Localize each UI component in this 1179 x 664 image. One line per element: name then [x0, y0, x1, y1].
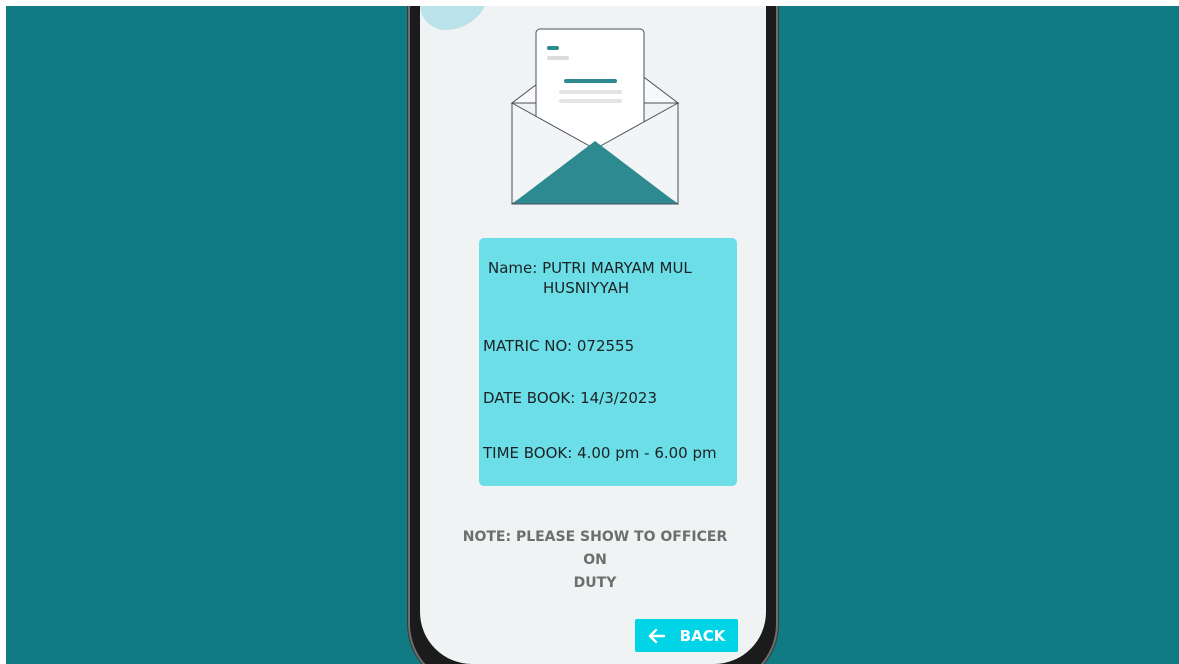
booking-name-line2: HUSNIYYAH — [543, 279, 630, 297]
booking-date: DATE BOOK: 14/3/2023 — [483, 389, 658, 407]
corner-decoration — [420, 6, 490, 30]
phone-screen: Name: PUTRI MARYAM MUL HUSNIYYAH MATRIC … — [420, 6, 766, 664]
back-button-label: BACK — [679, 626, 726, 645]
phone-frame: Name: PUTRI MARYAM MUL HUSNIYYAH MATRIC … — [408, 6, 778, 664]
app-background: Name: PUTRI MARYAM MUL HUSNIYYAH MATRIC … — [6, 6, 1179, 664]
back-button[interactable]: BACK — [635, 619, 738, 652]
booking-time: TIME BOOK: 4.00 pm - 6.00 pm — [483, 444, 717, 462]
matric-number: MATRIC NO: 072555 — [483, 337, 635, 355]
booking-name-line1: Name: PUTRI MARYAM MUL — [488, 259, 692, 277]
officer-note-line2: DUTY — [573, 575, 617, 591]
officer-note: NOTE: PLEASE SHOW TO OFFICER ON DUTY — [450, 526, 740, 595]
booking-name: Name: PUTRI MARYAM MUL HUSNIYYAH — [488, 258, 728, 298]
open-envelope-icon — [510, 28, 680, 205]
booking-info-card: Name: PUTRI MARYAM MUL HUSNIYYAH MATRIC … — [479, 238, 737, 486]
officer-note-line1: NOTE: PLEASE SHOW TO OFFICER ON — [462, 529, 728, 568]
arrow-left-icon — [648, 627, 666, 645]
